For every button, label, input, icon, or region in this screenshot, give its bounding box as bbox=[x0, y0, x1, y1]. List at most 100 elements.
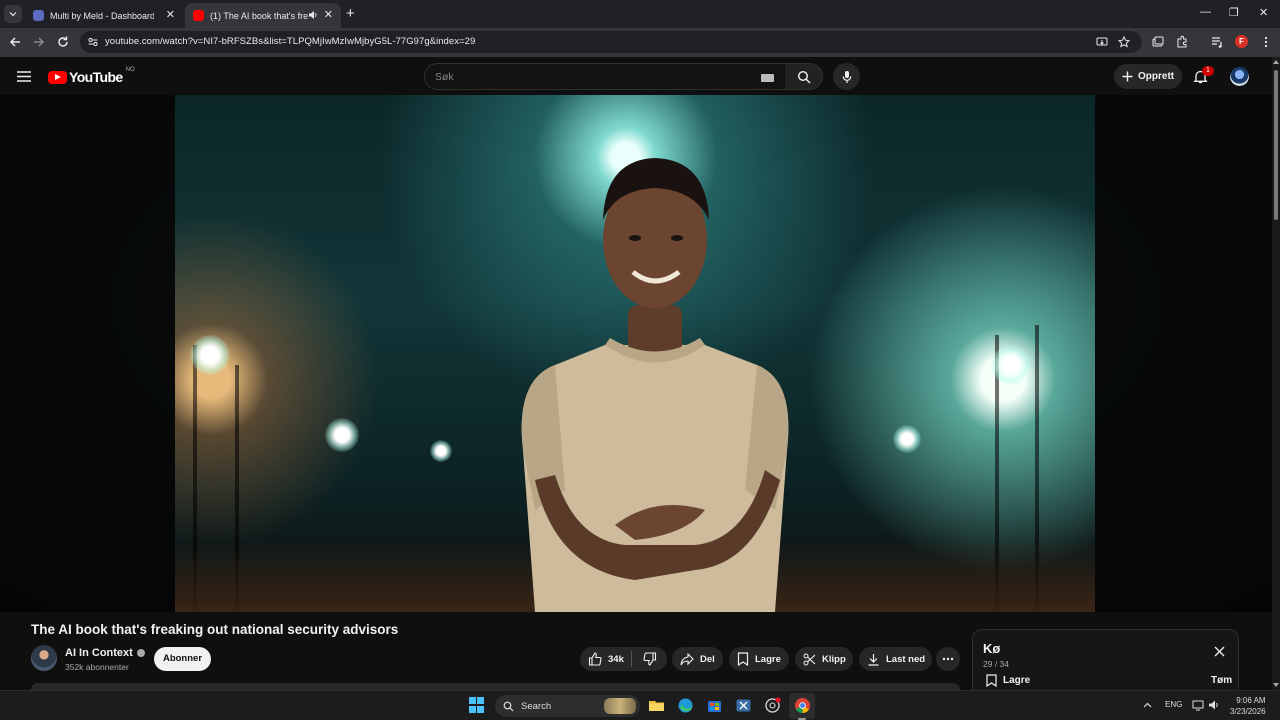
edge-browser-icon[interactable] bbox=[677, 697, 694, 714]
browser-tab-strip: Multi by Meld - Dashboard. ✕ (1) The AI … bbox=[0, 0, 1280, 28]
taskbar-search[interactable]: Search bbox=[495, 695, 640, 717]
app-store-icon[interactable] bbox=[706, 697, 723, 714]
site-info-icon[interactable] bbox=[87, 36, 99, 48]
subscriber-count: 352k abonnenter bbox=[65, 662, 129, 672]
share-icon bbox=[680, 652, 694, 665]
file-explorer-icon[interactable] bbox=[648, 697, 665, 714]
media-controls-icon[interactable] bbox=[1210, 35, 1224, 49]
profile-avatar[interactable]: F bbox=[1235, 35, 1248, 48]
scene-light bbox=[325, 418, 359, 452]
taskbar-search-label: Search bbox=[521, 700, 552, 712]
verified-badge-icon bbox=[136, 649, 145, 657]
system-clock[interactable]: 9:06 AM 3/23/2026 bbox=[1230, 695, 1266, 717]
scene-light bbox=[991, 345, 1031, 385]
keyboard-icon[interactable] bbox=[761, 74, 774, 82]
channel-name: AI In Context bbox=[65, 647, 133, 659]
bookmark-icon bbox=[986, 674, 997, 687]
tray-chevron-up-icon[interactable] bbox=[1143, 702, 1152, 708]
queue-panel: Kø 29 / 34 Lagre Tøm bbox=[972, 629, 1239, 690]
channel-avatar[interactable] bbox=[31, 645, 57, 671]
windows-taskbar: Search ENG 9:06 AM 3/23/2026 bbox=[0, 690, 1280, 720]
notification-badge: 1 bbox=[1202, 66, 1214, 76]
youtube-play-icon bbox=[48, 70, 67, 84]
tab-search-button[interactable] bbox=[4, 5, 22, 23]
create-button[interactable]: Opprett bbox=[1114, 64, 1182, 89]
extensions-icon[interactable] bbox=[1175, 35, 1189, 49]
bookmark-star-icon[interactable] bbox=[1118, 36, 1130, 48]
youtube-logo[interactable]: YouTube NO bbox=[48, 67, 135, 85]
chrome-icon[interactable] bbox=[794, 697, 811, 714]
minimize-icon[interactable]: — bbox=[1200, 6, 1211, 18]
download-label: Last ned bbox=[886, 653, 926, 665]
queue-position: 29 / 34 bbox=[983, 659, 1009, 669]
close-queue-icon[interactable] bbox=[1214, 646, 1225, 657]
search-highlight-image bbox=[604, 698, 636, 714]
browser-toolbar: youtube.com/watch?v=NI7-bRFSZBs&list=TLP… bbox=[0, 28, 1280, 57]
scrollbar-thumb[interactable] bbox=[1274, 70, 1278, 220]
windows-start-icon[interactable] bbox=[469, 697, 486, 714]
more-actions-button[interactable] bbox=[936, 647, 960, 671]
browser-tab-meld[interactable]: Multi by Meld - Dashboard. ✕ bbox=[25, 3, 183, 28]
page-scrollbar[interactable] bbox=[1272, 57, 1280, 690]
voice-search-button[interactable] bbox=[833, 63, 860, 90]
queue-save-button[interactable]: Lagre bbox=[986, 674, 1030, 687]
close-tab-icon[interactable]: ✕ bbox=[166, 8, 175, 21]
browser-tab-youtube[interactable]: (1) The AI book that's freakin ✕ bbox=[185, 3, 341, 28]
scroll-up-icon[interactable] bbox=[1273, 60, 1279, 64]
like-divider bbox=[631, 651, 632, 667]
window-close-icon[interactable]: ✕ bbox=[1259, 6, 1268, 19]
scroll-down-icon[interactable] bbox=[1273, 683, 1279, 687]
chevron-down-icon bbox=[9, 12, 17, 17]
share-label: Del bbox=[700, 653, 715, 665]
search-input[interactable]: Søk bbox=[424, 63, 786, 90]
close-tab-icon[interactable]: ✕ bbox=[324, 8, 333, 21]
url-text: youtube.com/watch?v=NI7-bRFSZBs&list=TLP… bbox=[105, 36, 476, 47]
user-avatar[interactable] bbox=[1230, 67, 1249, 86]
more-horizontal-icon bbox=[942, 657, 954, 661]
hamburger-menu-icon[interactable] bbox=[17, 71, 31, 82]
browser-menu-icon[interactable] bbox=[1259, 35, 1273, 49]
forward-icon[interactable] bbox=[32, 35, 46, 49]
search-placeholder: Søk bbox=[435, 71, 454, 83]
back-icon[interactable] bbox=[8, 35, 22, 49]
dislike-icon[interactable] bbox=[643, 652, 657, 666]
search-button[interactable] bbox=[785, 63, 823, 90]
restore-icon[interactable]: ❐ bbox=[1229, 6, 1239, 19]
search-icon bbox=[797, 70, 810, 83]
description-box[interactable] bbox=[31, 683, 960, 690]
volume-icon[interactable] bbox=[1208, 699, 1220, 711]
share-button[interactable]: Del bbox=[672, 647, 723, 671]
queue-title: Kø bbox=[983, 641, 1001, 656]
scene-light bbox=[430, 440, 452, 462]
snipping-tool-icon[interactable] bbox=[735, 697, 752, 714]
reload-icon[interactable] bbox=[56, 35, 70, 49]
queue-clear-button[interactable]: Tøm bbox=[1211, 675, 1232, 686]
new-tab-icon[interactable]: + bbox=[346, 5, 355, 22]
microphone-icon bbox=[842, 70, 851, 83]
country-code: NO bbox=[125, 67, 135, 73]
video-title: The AI book that's freaking out national… bbox=[31, 622, 399, 637]
tab-title: Multi by Meld - Dashboard. bbox=[50, 10, 154, 21]
install-app-icon[interactable] bbox=[1096, 36, 1108, 48]
presenter-figure bbox=[521, 158, 789, 612]
video-player[interactable] bbox=[175, 95, 1095, 612]
input-language[interactable]: ENG bbox=[1165, 700, 1182, 709]
clip-button[interactable]: Klipp bbox=[795, 647, 853, 671]
tab-title: (1) The AI book that's freakin bbox=[210, 10, 308, 21]
like-icon[interactable] bbox=[588, 652, 602, 666]
clock-date: 3/23/2026 bbox=[1230, 707, 1266, 716]
create-label: Opprett bbox=[1138, 71, 1175, 82]
scene-light bbox=[190, 335, 230, 375]
download-button[interactable]: Last ned bbox=[859, 647, 932, 671]
chatgpt-icon[interactable] bbox=[764, 697, 781, 714]
network-icon[interactable] bbox=[1192, 699, 1204, 711]
subscribe-button[interactable]: Abonner bbox=[154, 647, 211, 671]
like-count[interactable]: 34k bbox=[608, 654, 624, 665]
save-button[interactable]: Lagre bbox=[729, 647, 789, 671]
speaker-icon[interactable] bbox=[308, 10, 318, 20]
like-dislike-group: 34k bbox=[580, 647, 667, 671]
address-bar[interactable]: youtube.com/watch?v=NI7-bRFSZBs&list=TLP… bbox=[80, 31, 1142, 53]
bookmark-icon bbox=[737, 652, 749, 666]
channel-name-link[interactable]: AI In Context bbox=[65, 647, 145, 659]
tab-search-icon[interactable] bbox=[1151, 35, 1165, 49]
